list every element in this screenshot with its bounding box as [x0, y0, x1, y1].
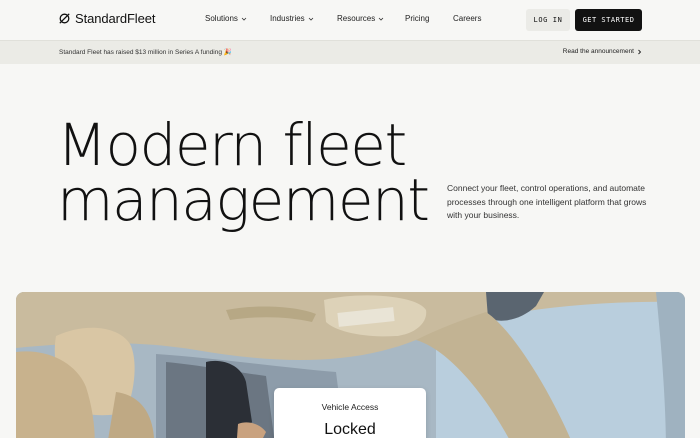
brand-logo[interactable]: StandardFleet: [59, 11, 155, 26]
nav-item-label: Resources: [337, 14, 376, 23]
hero-subtitle: Connect your fleet, control operations, …: [447, 183, 647, 220]
login-button[interactable]: LOG IN: [526, 9, 570, 31]
announcement-text: Standard Fleet has raised $13 million in…: [59, 49, 232, 56]
nav-item-resources[interactable]: Resources: [337, 14, 384, 23]
chevron-right-icon: [638, 49, 642, 54]
nav-item-solutions[interactable]: Solutions: [205, 14, 247, 23]
nav-item-label: Industries: [270, 14, 305, 23]
hero-title-line-1: Modern fleet: [57, 111, 407, 179]
vehicle-access-card: Vehicle Access Locked: [274, 388, 426, 438]
vehicle-access-label: Vehicle Access: [321, 402, 379, 412]
nav-item-industries[interactable]: Industries: [270, 14, 314, 23]
hero-title: Modern fleet management: [57, 111, 437, 234]
brand-name: StandardFleet: [75, 11, 156, 26]
announcement-link[interactable]: Read the announcement: [563, 48, 642, 55]
nav-item-label: Pricing: [405, 14, 430, 23]
announcement-link-label: Read the announcement: [562, 48, 634, 55]
chevron-down-icon: [378, 17, 384, 21]
nav-item-pricing[interactable]: Pricing: [405, 14, 429, 23]
slashed-circle-logo-icon: [59, 13, 70, 24]
nav-item-careers[interactable]: Careers: [453, 14, 481, 23]
announcement-bar: Standard Fleet has raised $13 million in…: [0, 40, 700, 64]
nav-item-label: Solutions: [205, 14, 238, 23]
vehicle-access-status: Locked: [324, 421, 376, 438]
chevron-down-icon: [241, 17, 247, 21]
nav-item-label: Careers: [453, 14, 482, 23]
hero-title-line-2: management: [57, 166, 430, 234]
get-started-button[interactable]: GET STARTED: [575, 9, 642, 31]
chevron-down-icon: [308, 17, 313, 21]
top-navigation: StandardFleet Solutions Industries Resou…: [0, 0, 700, 40]
